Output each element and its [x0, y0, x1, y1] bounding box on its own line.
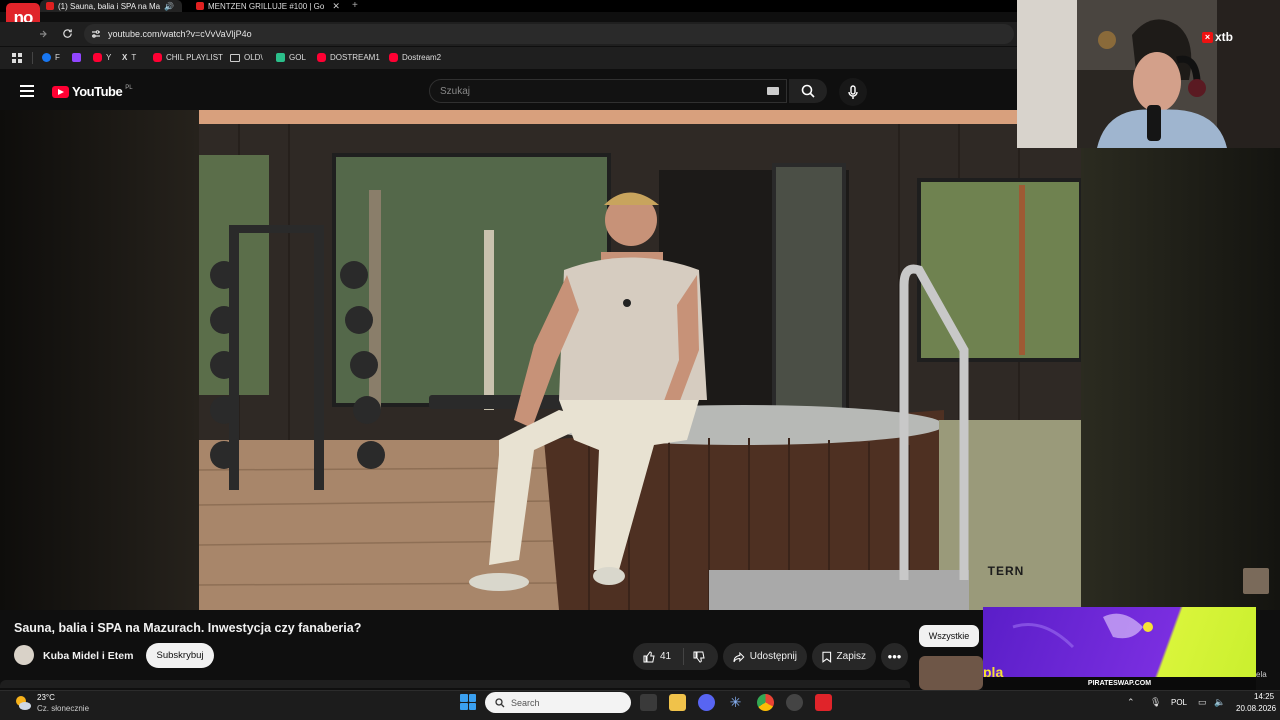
youtube-play-icon [52, 85, 69, 98]
hamburger-menu-icon[interactable] [20, 85, 34, 97]
taskbar-search-placeholder: Search [511, 697, 540, 708]
video-ambient-left [0, 110, 199, 610]
weather-temperature[interactable]: 23°C [37, 693, 55, 702]
tab-label: MENTZEN GRILLUJE #100 | Go [208, 1, 325, 11]
channel-avatar[interactable] [14, 645, 34, 665]
save-button[interactable]: Zapisz [812, 643, 876, 670]
voice-search-button[interactable] [839, 78, 867, 106]
youtube-logo[interactable]: YouTube PL [52, 84, 133, 99]
facebook-icon [42, 53, 51, 62]
bookmark-y[interactable]: Y [93, 53, 111, 62]
url-text: youtube.com/watch?v=cVvVaVljP4o [108, 29, 252, 39]
channel-name[interactable]: Kuba Midel i Etem [43, 650, 133, 662]
bookmark-dostream1[interactable]: DOSTREAM1 [317, 53, 380, 62]
youtube-favicon-icon [46, 2, 54, 10]
search-icon [495, 697, 505, 707]
tab-active[interactable]: (1) Sauna, balia i SPA na Ma 🔊 ✕ [40, 0, 182, 12]
share-button[interactable]: Udostępnij [723, 643, 807, 670]
region-code: PL [125, 84, 133, 91]
youtube-wordmark: YouTube [72, 84, 123, 99]
twitch-icon [72, 53, 81, 62]
tray-overflow-chevron-icon[interactable]: ⌃ [1127, 697, 1135, 708]
bookmark-gol[interactable]: GOL [276, 53, 306, 62]
thumbs-down-icon[interactable] [693, 651, 705, 663]
obs-icon[interactable] [786, 694, 803, 711]
partly-sunny-icon[interactable] [14, 694, 32, 712]
youtube-icon [93, 53, 102, 62]
like-dislike-group: 41 [633, 643, 718, 670]
windows-start-icon[interactable] [460, 694, 476, 710]
bookmark-t[interactable]: XT [122, 53, 136, 62]
youtube-icon [153, 53, 162, 62]
x-mark-icon: × [1202, 31, 1213, 43]
file-explorer-icon[interactable] [669, 694, 686, 711]
bookmark-f[interactable]: F [42, 53, 60, 62]
x-logo-icon: X [122, 53, 128, 62]
search-icon [801, 84, 815, 98]
sparkle-app-icon[interactable]: ✳ [727, 694, 744, 711]
channel-watermark-avatar[interactable] [1243, 568, 1269, 594]
search-button[interactable] [789, 79, 827, 103]
video-scene-image [199, 110, 1081, 610]
youtube-icon [389, 53, 398, 62]
bookmark-save-icon [822, 651, 832, 663]
weather-description[interactable]: Cz. słonecznie [37, 704, 89, 713]
webcam-image [1017, 0, 1280, 148]
volume-icon[interactable]: 🔈 [1214, 697, 1225, 708]
input-language[interactable]: POL [1171, 698, 1187, 707]
taskbar-search-input[interactable]: Search [485, 692, 631, 713]
red-app-icon[interactable] [815, 694, 832, 711]
ad-caption: PIRATESWAP.COM [983, 677, 1256, 690]
clock-time[interactable]: 14:25 [1254, 692, 1274, 701]
subscribe-button[interactable]: Subskrybuj [146, 643, 214, 668]
video-ambient-right [1081, 148, 1280, 610]
search-input[interactable]: Szukaj [429, 79, 787, 103]
forward-icon[interactable] [38, 29, 48, 39]
tab-mentzen[interactable]: MENTZEN GRILLUJE #100 | Go ✕ [190, 0, 342, 12]
keyboard-icon[interactable] [767, 87, 779, 95]
like-count: 41 [660, 651, 672, 662]
sponsor-logo-xtb: × xtb [1202, 30, 1233, 44]
bookmark-twitch[interactable] [72, 53, 81, 62]
webcam-overlay [1017, 0, 1280, 148]
tab-close-icon[interactable]: ✕ [332, 1, 340, 12]
folder-icon [230, 53, 240, 62]
video-watermark-logo: TERN [987, 564, 1025, 578]
chrome-icon[interactable] [757, 694, 774, 711]
description-box-edge [0, 680, 910, 688]
save-label: Zapisz [836, 651, 866, 662]
recommended-video-thumbnail[interactable] [919, 656, 983, 690]
microphone-icon [848, 84, 858, 99]
tab-label: (1) Sauna, balia i SPA na Ma [58, 1, 161, 11]
new-tab-button[interactable]: + [352, 0, 358, 11]
clock-date[interactable]: 20.08.2026 [1236, 704, 1276, 713]
site-info-icon[interactable] [91, 29, 101, 39]
address-bar[interactable]: youtube.com/watch?v=cVvVaVljP4o [84, 24, 1014, 44]
video-frame[interactable] [199, 110, 1081, 610]
like-divider [683, 648, 684, 665]
share-label: Udostępnij [749, 651, 797, 662]
bookmark-chil-playlist[interactable]: CHIL PLAYLIST [153, 53, 223, 62]
youtube-favicon-icon [196, 2, 204, 10]
bookmark-dostream2[interactable]: Dostream2 [389, 53, 441, 62]
apps-grid-icon[interactable] [12, 53, 22, 63]
share-icon [733, 651, 745, 662]
reload-icon[interactable] [62, 28, 73, 39]
bookmark-divider [32, 52, 33, 64]
video-title: Sauna, balia i SPA na Mazurach. Inwestyc… [14, 621, 362, 635]
speaker-icon: 🔊 [164, 1, 175, 11]
like-button[interactable]: 41 [643, 650, 672, 663]
discord-icon[interactable] [698, 694, 715, 711]
bookmark-folder-old[interactable]: OLD\ [230, 53, 263, 62]
gol-icon [276, 53, 285, 62]
cropped-side-text: ela [1256, 670, 1267, 679]
thumbs-up-icon [643, 650, 655, 662]
more-actions-button[interactable]: ••• [881, 643, 908, 670]
youtube-icon [317, 53, 326, 62]
network-icon[interactable]: ▭ [1198, 697, 1207, 708]
filter-chip-all[interactable]: Wszystkie [919, 625, 979, 647]
microphone-tray-icon[interactable]: 🎙 [1150, 697, 1161, 708]
bookmarks-bar: F Y XT CHIL PLAYLIST OLD\ GOL DOSTREAM1 … [0, 47, 1017, 69]
task-view-icon[interactable] [640, 694, 657, 711]
